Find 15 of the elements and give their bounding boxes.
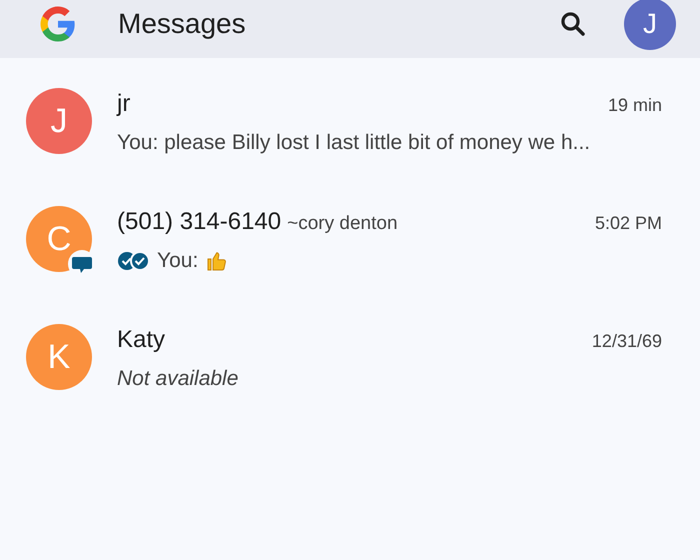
contact-name: jr xyxy=(117,90,130,118)
contact-avatar[interactable]: C xyxy=(26,206,92,272)
message-time: 19 min xyxy=(608,95,662,116)
contact-avatar[interactable]: J xyxy=(26,88,92,154)
account-avatar[interactable]: J xyxy=(624,0,676,50)
contact-alias: ~cory denton xyxy=(287,213,398,235)
message-preview: You: please Billy lost I last little bit of money we h... xyxy=(117,131,590,155)
message-preview: Not available xyxy=(117,367,238,391)
message-time: 12/31/69 xyxy=(592,331,662,352)
app-title: Messages xyxy=(118,7,247,41)
message-preview: You: xyxy=(157,249,198,273)
contact-name: Katy xyxy=(117,326,166,354)
contact-name: (501) 314-6140 xyxy=(117,208,282,236)
contact-avatar[interactable]: K xyxy=(26,324,92,390)
message-time: 5:02 PM xyxy=(594,213,662,234)
